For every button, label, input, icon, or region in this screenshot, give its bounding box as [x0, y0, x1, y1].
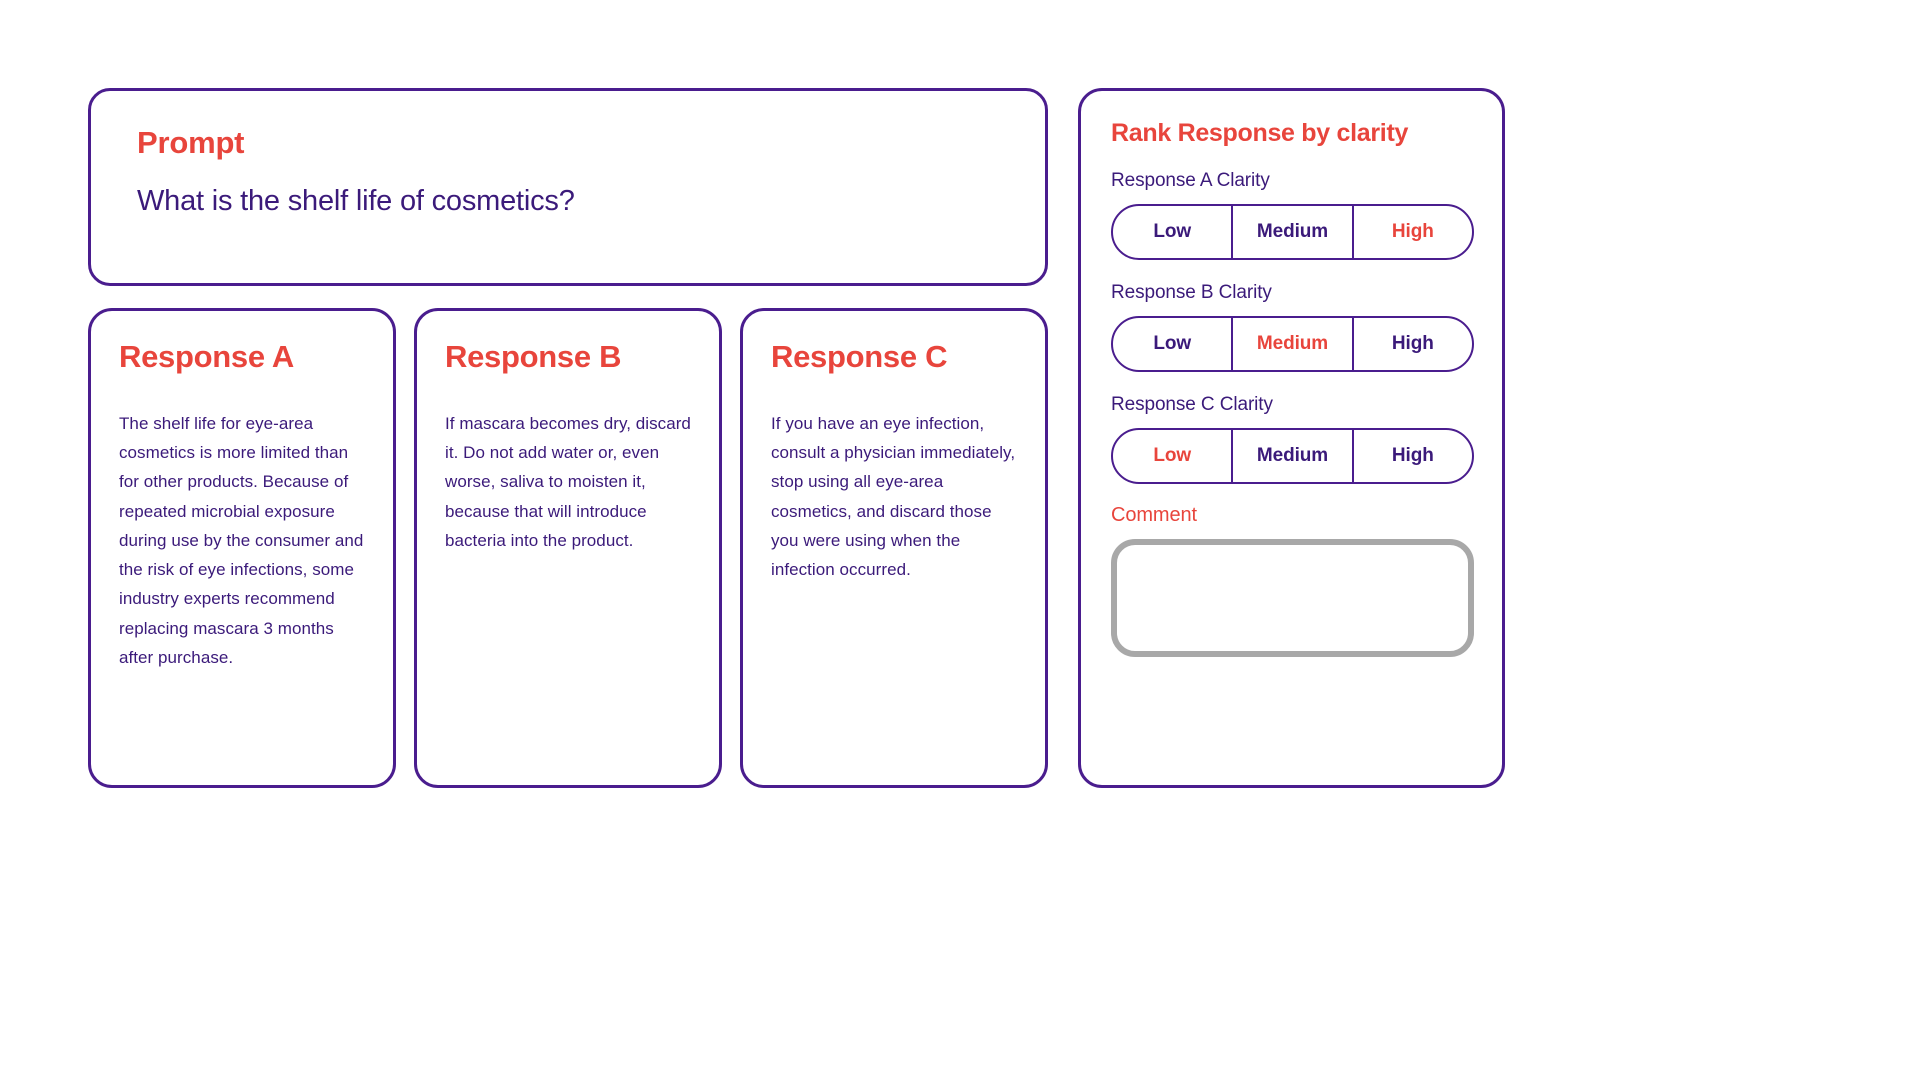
- response-c-title: Response C: [771, 339, 948, 374]
- clarity-a-option-high[interactable]: High: [1351, 206, 1472, 258]
- clarity-c-option-medium[interactable]: Medium: [1231, 430, 1351, 482]
- clarity-a-option-medium[interactable]: Medium: [1231, 206, 1351, 258]
- content-stage: Prompt What is the shelf life of cosmeti…: [0, 0, 1545, 890]
- prompt-question: What is the shelf life of cosmetics?: [137, 185, 575, 217]
- comment-input[interactable]: [1111, 539, 1474, 657]
- annotation-page: Prompt What is the shelf life of cosmeti…: [0, 0, 1920, 1080]
- response-b-body: If mascara becomes dry, discard it. Do n…: [445, 414, 691, 550]
- response-b-title: Response B: [445, 339, 622, 374]
- left-column: Prompt What is the shelf life of cosmeti…: [88, 88, 1048, 788]
- rank-label-c: Response C Clarity: [1111, 394, 1273, 415]
- responses-row: Response A The shelf life for eye-area c…: [88, 308, 1048, 788]
- prompt-card: Prompt What is the shelf life of cosmeti…: [88, 88, 1048, 286]
- response-c-body: If you have an eye infection, consult a …: [771, 414, 1016, 580]
- sidebar-title: Rank Response by clarity: [1111, 119, 1409, 147]
- prompt-title: Prompt: [137, 125, 245, 160]
- comment-label: Comment: [1111, 504, 1197, 526]
- response-card-a: Response A The shelf life for eye-area c…: [88, 308, 396, 788]
- clarity-segmented-c[interactable]: Low Medium High: [1111, 428, 1474, 484]
- response-card-b: Response B If mascara becomes dry, disca…: [414, 308, 722, 788]
- rank-group-b: Response B Clarity Low Medium High: [1111, 282, 1474, 372]
- ranking-sidebar: Rank Response by clarity Response A Clar…: [1078, 88, 1505, 788]
- response-a-body: The shelf life for eye-area cosmetics is…: [119, 414, 364, 667]
- response-card-c: Response C If you have an eye infection,…: [740, 308, 1048, 788]
- clarity-b-option-high[interactable]: High: [1351, 318, 1472, 370]
- rank-label-b: Response B Clarity: [1111, 282, 1272, 303]
- response-a-title: Response A: [119, 339, 295, 374]
- rank-label-a: Response A Clarity: [1111, 170, 1270, 191]
- clarity-c-option-low[interactable]: Low: [1113, 430, 1231, 482]
- rank-group-a: Response A Clarity Low Medium High: [1111, 170, 1474, 260]
- rank-group-c: Response C Clarity Low Medium High: [1111, 394, 1474, 484]
- main-layout: Prompt What is the shelf life of cosmeti…: [88, 88, 1505, 788]
- clarity-b-option-medium[interactable]: Medium: [1231, 318, 1351, 370]
- clarity-segmented-a[interactable]: Low Medium High: [1111, 204, 1474, 260]
- clarity-c-option-high[interactable]: High: [1351, 430, 1472, 482]
- clarity-segmented-b[interactable]: Low Medium High: [1111, 316, 1474, 372]
- clarity-a-option-low[interactable]: Low: [1113, 206, 1231, 258]
- clarity-b-option-low[interactable]: Low: [1113, 318, 1231, 370]
